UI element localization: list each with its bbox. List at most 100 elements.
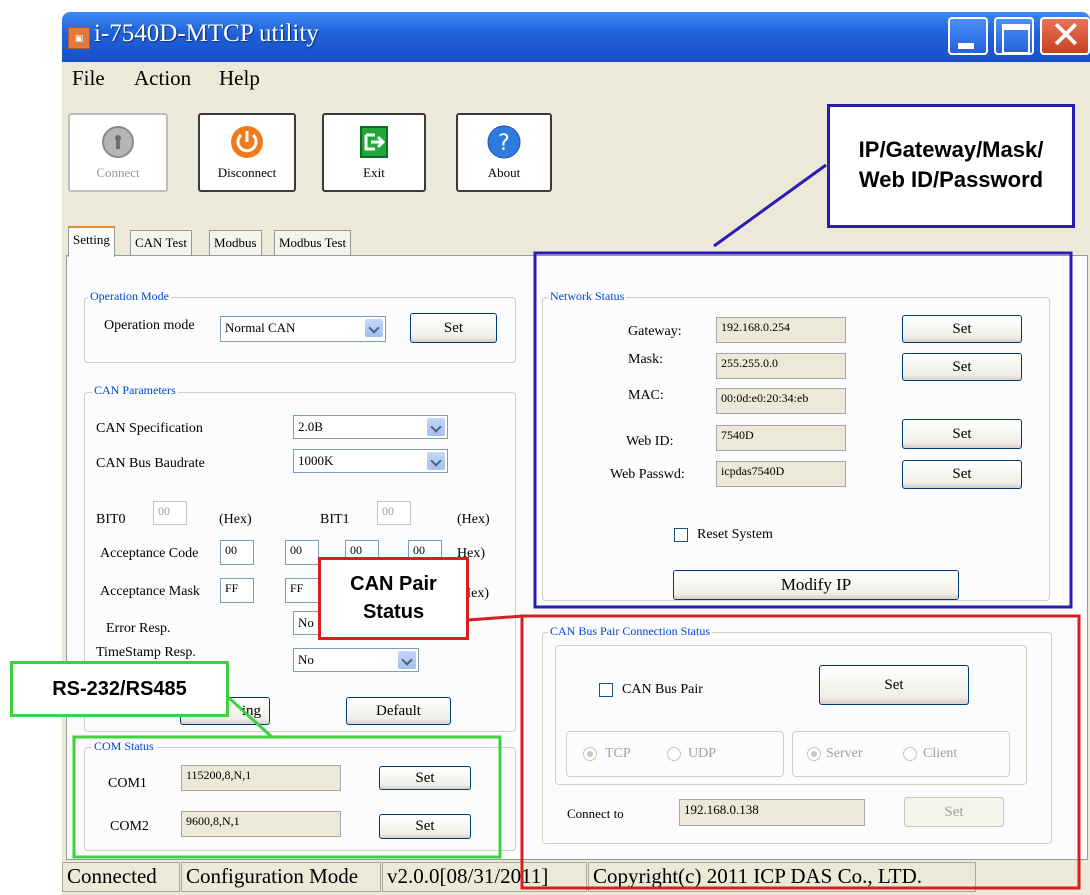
- com1-set-button[interactable]: Set: [379, 766, 471, 790]
- chevron-down-icon: [365, 319, 383, 337]
- svg-text:?: ?: [498, 131, 510, 156]
- about-button[interactable]: ? About: [456, 113, 552, 192]
- timestamp-resp-select[interactable]: No: [293, 648, 419, 672]
- server-label: Server: [826, 746, 863, 761]
- reset-system-checkbox[interactable]: [674, 528, 688, 542]
- operation-mode-set-button[interactable]: Set: [410, 313, 497, 343]
- web-id-label: Web ID:: [626, 434, 674, 449]
- menu-file[interactable]: File: [72, 66, 105, 91]
- connect-to-label: Connect to: [567, 806, 624, 821]
- maximize-button[interactable]: [994, 17, 1034, 55]
- server-radio[interactable]: [807, 747, 821, 761]
- status-copyright: Copyright(c) 2011 ICP DAS Co., LTD.: [588, 862, 976, 892]
- default-button[interactable]: Default: [346, 697, 451, 725]
- web-passwd-field[interactable]: icpdas7540D: [716, 461, 846, 487]
- client-radio[interactable]: [903, 747, 917, 761]
- mac-field[interactable]: 00:0d:e0:20:34:eb: [716, 388, 846, 414]
- timestamp-resp-label: TimeStamp Resp.: [96, 645, 196, 660]
- web-passwd-label: Web Passwd:: [610, 467, 685, 482]
- com2-field[interactable]: 9600,8,N,1: [181, 811, 341, 837]
- acceptance-mask-field-2[interactable]: FF: [285, 578, 319, 603]
- rs-callout: RS-232/RS485: [10, 661, 229, 717]
- web-id-set-button[interactable]: Set: [902, 419, 1022, 449]
- chevron-down-icon: [398, 651, 416, 669]
- modify-ip-button[interactable]: Modify IP: [673, 570, 959, 600]
- mask-field[interactable]: 255.255.0.0: [716, 353, 846, 379]
- minimize-button[interactable]: [948, 17, 988, 55]
- exit-icon: [360, 126, 388, 158]
- menu-action[interactable]: Action: [134, 66, 191, 91]
- close-button[interactable]: ✕: [1040, 13, 1090, 57]
- tcp-label: TCP: [605, 746, 631, 761]
- udp-radio[interactable]: [667, 747, 681, 761]
- error-resp-label: Error Resp.: [106, 621, 171, 636]
- menu-help[interactable]: Help: [219, 66, 260, 91]
- chevron-down-icon: [427, 418, 445, 436]
- com2-label: COM2: [110, 819, 149, 834]
- gateway-field[interactable]: 192.168.0.254: [716, 317, 846, 343]
- tab-modbus-test[interactable]: Modbus Test: [274, 230, 352, 255]
- exit-button[interactable]: Exit: [322, 113, 426, 192]
- ip-callout: IP/Gateway/Mask/ Web ID/Password: [827, 104, 1075, 228]
- operation-mode-value: Normal CAN: [225, 320, 296, 335]
- tab-modbus[interactable]: Modbus: [209, 230, 262, 255]
- status-mode: Configuration Mode: [181, 862, 381, 892]
- can-spec-select[interactable]: 2.0B: [293, 415, 448, 439]
- acceptance-code-label: Acceptance Code: [100, 546, 199, 561]
- disconnect-button[interactable]: Disconnect: [198, 113, 296, 192]
- can-baud-select[interactable]: 1000K: [293, 449, 448, 473]
- about-label: About: [487, 165, 521, 180]
- can-bus-pair-group-label: CAN Bus Pair Connection Status: [548, 624, 713, 639]
- can-bus-pair-label: CAN Bus Pair: [622, 682, 703, 697]
- help-icon: ?: [487, 125, 521, 159]
- can-bus-pair-set-button[interactable]: Set: [819, 665, 969, 705]
- network-status-group-label: Network Status: [548, 289, 627, 304]
- tcp-radio[interactable]: [583, 747, 597, 761]
- com1-field[interactable]: 115200,8,N,1: [181, 765, 341, 791]
- bit0-field[interactable]: 00: [153, 501, 187, 525]
- mask-set-button[interactable]: Set: [902, 353, 1022, 381]
- disconnect-label: Disconnect: [217, 165, 277, 180]
- connect-icon: [102, 126, 134, 158]
- acceptance-code-field-2[interactable]: 00: [285, 540, 319, 565]
- exit-label: Exit: [363, 165, 385, 180]
- acceptance-code-field-1[interactable]: 00: [220, 540, 254, 565]
- com2-set-button[interactable]: Set: [379, 814, 471, 839]
- can-baud-value: 1000K: [298, 453, 334, 468]
- bit1-hex-label: (Hex): [457, 512, 490, 527]
- tab-can-test[interactable]: CAN Test: [130, 230, 192, 255]
- window-title: i-7540D-MTCP utility: [94, 20, 319, 47]
- role-group: [792, 731, 1010, 777]
- connect-button[interactable]: Connect: [68, 113, 168, 192]
- can-spec-label: CAN Specification: [96, 421, 203, 436]
- timestamp-resp-value: No: [298, 652, 314, 667]
- operation-mode-group-label: Operation Mode: [88, 289, 171, 304]
- error-resp-value: No: [298, 615, 314, 630]
- can-callout: CAN Pair Status: [318, 557, 469, 640]
- reset-system-label: Reset System: [697, 527, 773, 542]
- tab-setting[interactable]: Setting: [68, 226, 115, 257]
- acceptance-mask-field-1[interactable]: FF: [220, 578, 254, 603]
- bit1-field[interactable]: 00: [377, 501, 411, 525]
- status-connected: Connected: [62, 862, 180, 892]
- web-id-field[interactable]: 7540D: [716, 425, 846, 451]
- mac-label: MAC:: [628, 388, 664, 403]
- connect-to-field[interactable]: 192.168.0.138: [679, 799, 865, 826]
- can-spec-value: 2.0B: [298, 419, 323, 434]
- connect-to-set-button[interactable]: Set: [904, 797, 1004, 827]
- bit0-label: BIT0: [96, 512, 126, 527]
- can-bus-pair-checkbox[interactable]: [599, 683, 613, 697]
- gateway-set-button[interactable]: Set: [902, 315, 1022, 343]
- close-icon: ✕: [1050, 13, 1082, 57]
- client-label: Client: [923, 746, 958, 761]
- bit1-label: BIT1: [320, 512, 350, 527]
- status-version: v2.0.0[08/31/2011]: [382, 862, 587, 892]
- connect-label: Connect: [96, 165, 140, 180]
- com-status-group-label: COM Status: [92, 739, 156, 754]
- ip-callout-line1: IP/Gateway/Mask/: [858, 137, 1044, 162]
- gateway-label: Gateway:: [628, 324, 682, 339]
- ip-callout-line2: Web ID/Password: [858, 167, 1044, 192]
- web-passwd-set-button[interactable]: Set: [902, 460, 1022, 489]
- app-icon: ▣: [68, 27, 90, 49]
- operation-mode-select[interactable]: Normal CAN: [220, 316, 386, 342]
